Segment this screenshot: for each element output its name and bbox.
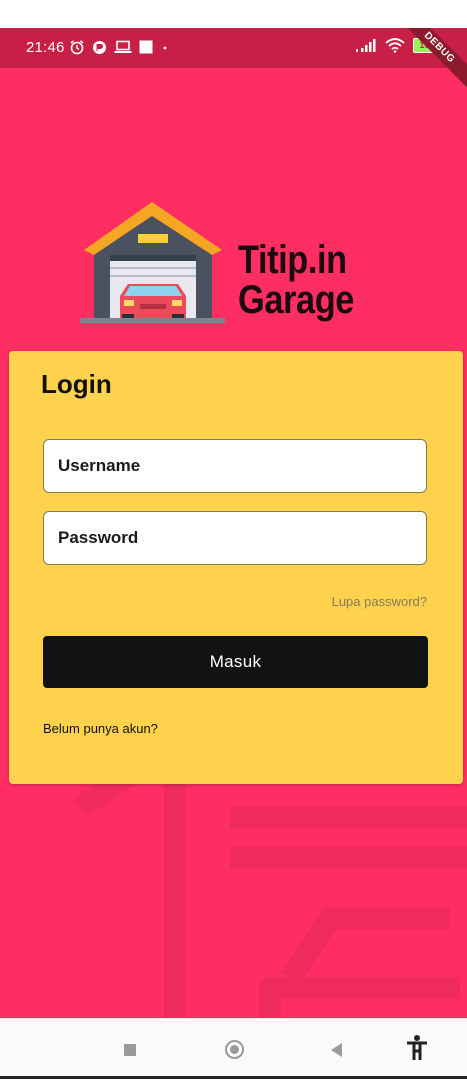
password-input[interactable]: Password — [43, 511, 427, 565]
background-garage-illustration — [73, 748, 467, 1018]
navigation-bar — [0, 1018, 467, 1079]
alarm-icon — [70, 40, 84, 55]
accessibility-icon[interactable] — [406, 1035, 428, 1061]
app-screen: 21:46 DEBUG Titip.in Garage Login Userna… — [0, 28, 467, 1018]
dot-icon — [163, 46, 167, 50]
laptop-icon — [114, 40, 132, 53]
login-card: Login Username Password Lupa password? M… — [9, 351, 463, 784]
forgot-password-link[interactable]: Lupa password? — [332, 594, 427, 609]
image-icon — [139, 40, 153, 54]
wifi-icon — [385, 38, 405, 53]
top-margin — [0, 0, 467, 28]
logo-title-line-2: Garage — [238, 278, 354, 322]
notification-icons — [69, 39, 170, 55]
back-icon[interactable] — [331, 1043, 342, 1057]
app-logo: Titip.in Garage — [80, 200, 380, 325]
app-icon — [93, 40, 106, 54]
signup-link[interactable]: Belum punya akun? — [43, 721, 158, 736]
logo-title-line-1: Titip.in — [238, 238, 347, 282]
login-title: Login — [41, 369, 112, 399]
login-button[interactable]: Masuk — [43, 636, 428, 688]
username-input[interactable]: Username — [43, 439, 427, 493]
status-time: 21:46 — [26, 39, 65, 56]
recents-icon[interactable] — [124, 1044, 136, 1056]
status-bar: 21:46 DEBUG — [0, 28, 467, 93]
home-icon[interactable] — [225, 1040, 244, 1059]
garage-icon — [80, 202, 225, 323]
signal-icon — [356, 38, 376, 52]
